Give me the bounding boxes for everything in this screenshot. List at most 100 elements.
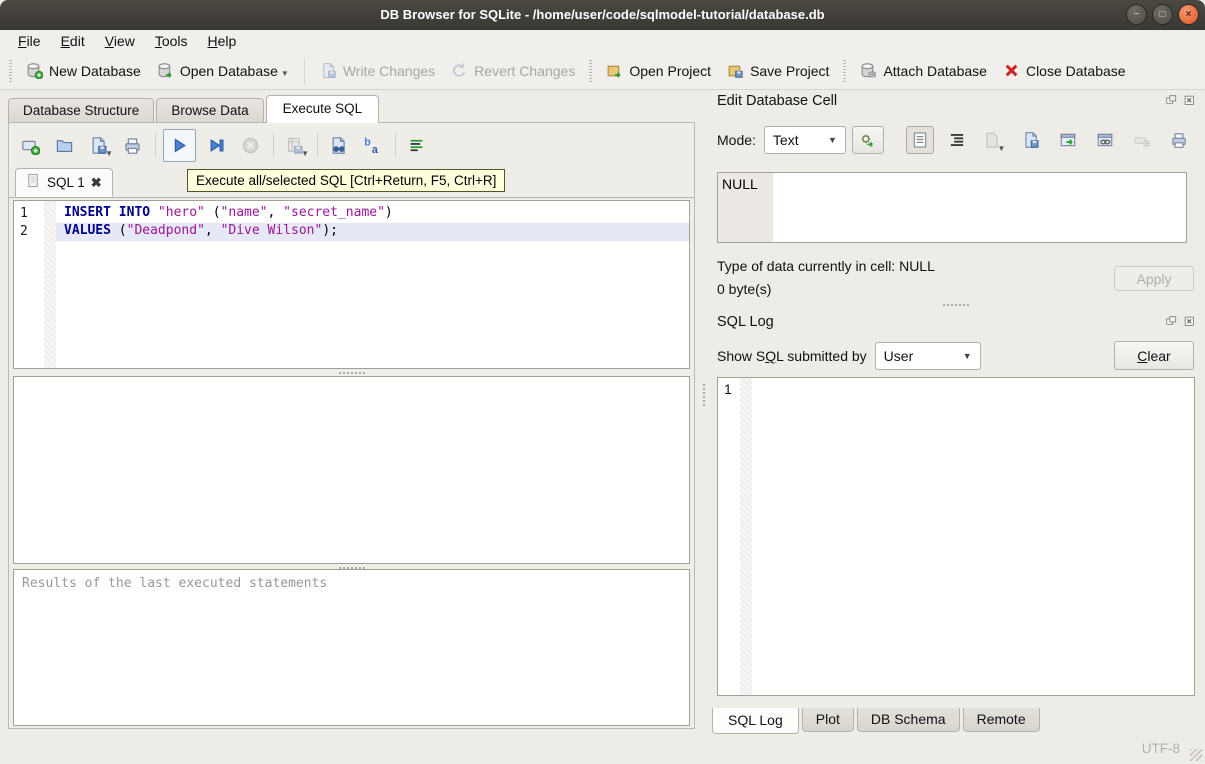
stop-icon — [241, 136, 260, 155]
new-tab-button[interactable] — [17, 132, 44, 159]
svg-text:b: b — [364, 136, 371, 148]
clear-button[interactable]: Clear — [1114, 341, 1194, 370]
print-cell-icon — [1170, 131, 1188, 149]
maximize-button[interactable]: □ — [1152, 4, 1173, 25]
tab-execute-sql[interactable]: Execute SQL — [266, 95, 380, 123]
save-project-button[interactable]: Save Project — [719, 57, 837, 84]
revert-changes-button[interactable]: Revert Changes — [443, 57, 583, 84]
format-button[interactable] — [403, 132, 430, 159]
word-wrap-button[interactable] — [943, 126, 971, 154]
dock-tab-remote[interactable]: Remote — [963, 708, 1040, 732]
toolbar-separator — [317, 133, 318, 157]
open-external-icon — [1059, 131, 1077, 149]
titlebar: DB Browser for SQLite - /home/user/code/… — [0, 0, 1205, 30]
open-database-button[interactable]: Open Database▼ — [149, 57, 297, 84]
line-number: 2 — [14, 223, 44, 241]
menu-tools[interactable]: Tools — [145, 32, 198, 50]
tab-database-structure[interactable]: Database Structure — [8, 98, 154, 123]
open-external-button[interactable] — [1054, 126, 1082, 154]
stop-button[interactable] — [237, 132, 264, 159]
db-open-icon — [157, 62, 174, 79]
code-area[interactable]: INSERT INTO "hero" ("name", "secret_name… — [56, 201, 689, 368]
mode-value: Text — [773, 132, 799, 148]
float-icon[interactable] — [1165, 315, 1179, 329]
code-line: INSERT INTO "hero" ("name", "secret_name… — [56, 205, 689, 223]
dock-splitter[interactable] — [712, 302, 1199, 308]
float-icon[interactable] — [1165, 94, 1179, 108]
close-database-button[interactable]: Close Database — [995, 57, 1134, 84]
dropdown-caret-icon: ▼ — [301, 149, 309, 159]
menu-edit[interactable]: Edit — [51, 32, 95, 50]
import-button[interactable]: ▼ — [980, 126, 1008, 154]
chevron-down-icon: ▼ — [828, 135, 837, 145]
menu-view[interactable]: View — [95, 32, 145, 50]
set-null-button[interactable] — [1128, 126, 1156, 154]
main-tab-bar: Database StructureBrowse DataExecute SQL — [8, 97, 381, 123]
log-filter-value: User — [884, 348, 914, 364]
dropdown-caret-icon: ▼ — [105, 149, 113, 159]
sql-log-title-text: SQL Log — [717, 314, 774, 330]
window-controls: − □ × — [1126, 4, 1199, 25]
toolbar-button-label: New Database — [49, 63, 141, 79]
toolbar-button-label: Close Database — [1026, 63, 1126, 79]
project-open-icon — [606, 62, 623, 79]
open-sql-file-button[interactable] — [51, 132, 78, 159]
edit-cell-title-text: Edit Database Cell — [717, 93, 837, 109]
attach-database-button[interactable]: Attach Database — [852, 57, 995, 84]
execute-all-button[interactable] — [163, 129, 196, 162]
dock-close-icon[interactable] — [1183, 315, 1197, 329]
menu-file[interactable]: File — [8, 32, 51, 50]
cell-editor[interactable]: NULL — [717, 172, 1187, 243]
log-filter-label: Show SQL submitted by — [717, 348, 867, 364]
save-results-button[interactable]: ▼ — [281, 132, 308, 159]
main-vertical-splitter[interactable] — [703, 380, 709, 410]
new-database-button[interactable]: New Database — [18, 57, 149, 84]
execute-sql-page: ▼▼ba SQL 1 ✖ Execute all/selected SQL [C… — [8, 122, 695, 729]
apply-button[interactable]: Apply — [1114, 266, 1194, 291]
close-button[interactable]: × — [1178, 4, 1199, 25]
mode-combobox[interactable]: Text ▼ — [764, 126, 846, 154]
dock-tab-sql-log[interactable]: SQL Log — [712, 708, 799, 734]
dock-tab-db-schema[interactable]: DB Schema — [857, 708, 960, 732]
find-button[interactable] — [325, 132, 352, 159]
float-icon — [1166, 316, 1178, 328]
toolbar-button-label: Save Project — [750, 63, 829, 79]
mode-label: Mode: — [717, 132, 756, 148]
menu-help[interactable]: Help — [198, 32, 247, 50]
print-button[interactable] — [119, 132, 146, 159]
log-fold-margin — [740, 378, 752, 695]
dock-close-icon[interactable] — [1183, 94, 1197, 108]
set-null-icon — [1133, 131, 1151, 149]
tab-close-icon[interactable]: ✖ — [91, 176, 102, 189]
log-content — [752, 378, 1194, 695]
sql-log-view[interactable]: 1 — [717, 377, 1195, 696]
sql-tab[interactable]: SQL 1 ✖ — [15, 168, 113, 197]
log-line-number: 1 — [718, 378, 740, 695]
auto-mode-button[interactable] — [852, 126, 884, 154]
window-title: DB Browser for SQLite - /home/user/code/… — [0, 0, 1205, 30]
dock-tab-plot[interactable]: Plot — [802, 708, 854, 732]
open-project-button[interactable]: Open Project — [598, 57, 719, 84]
link-button[interactable] — [1091, 126, 1119, 154]
text-mode-button[interactable] — [906, 126, 934, 154]
svg-text:a: a — [372, 144, 378, 155]
write-changes-button[interactable]: Write Changes — [312, 57, 443, 84]
import-icon — [983, 131, 1001, 149]
toolbar-button-label: Attach Database — [883, 63, 987, 79]
print-cell-button[interactable] — [1165, 126, 1193, 154]
sql-editor[interactable]: 12 INSERT INTO "hero" ("name", "secret_n… — [13, 200, 690, 369]
save-sql-file-button[interactable]: ▼ — [85, 132, 112, 159]
link-icon — [1096, 131, 1114, 149]
db-new-icon — [26, 62, 43, 79]
toolbar-button-label: Open Database — [180, 63, 278, 79]
export-button[interactable] — [1017, 126, 1045, 154]
sql-editor-toolbar: ▼ ▼ ba — [11, 126, 437, 164]
minimize-button[interactable]: − — [1126, 4, 1147, 25]
resize-grip[interactable] — [1190, 749, 1202, 761]
tab-browse-data[interactable]: Browse Data — [156, 98, 263, 123]
log-filter-combobox[interactable]: User ▼ — [875, 342, 981, 370]
replace-button[interactable]: ba — [359, 132, 386, 159]
execute-line-button[interactable] — [203, 132, 230, 159]
cell-edit-area[interactable] — [773, 173, 1186, 242]
toolbar-separator — [304, 58, 305, 84]
